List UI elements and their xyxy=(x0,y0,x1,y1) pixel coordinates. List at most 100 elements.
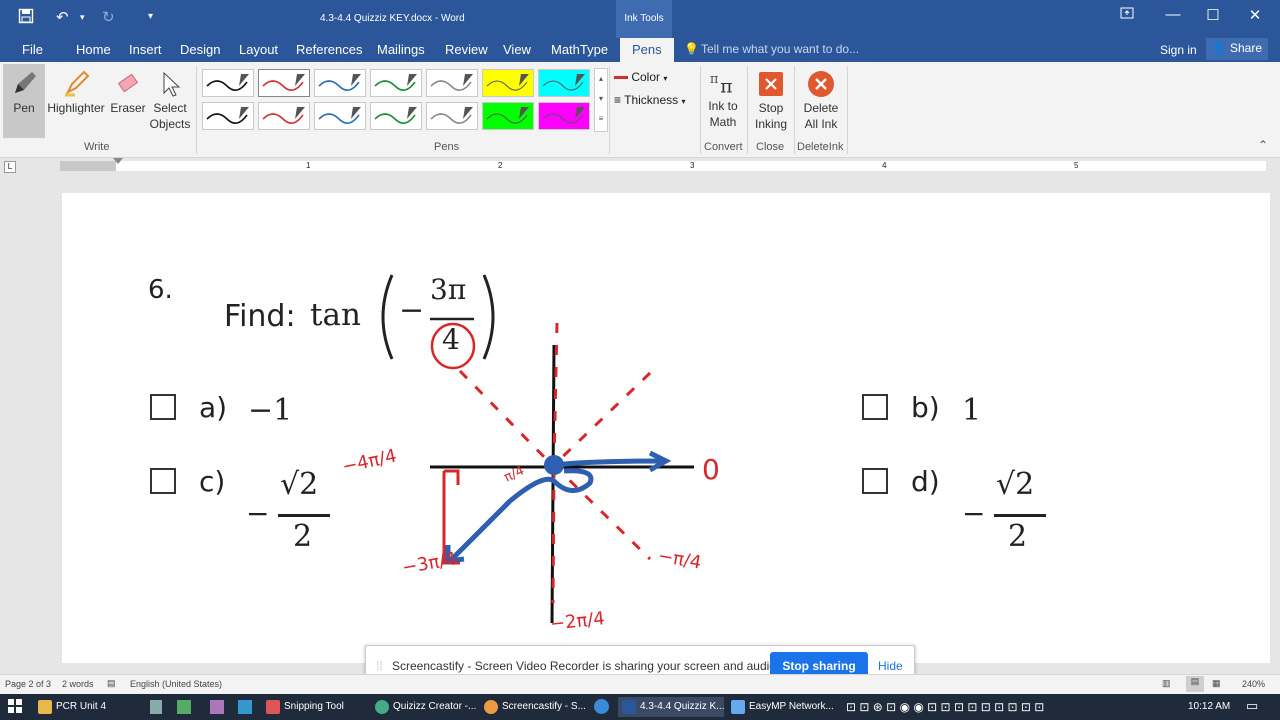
tab-layout[interactable]: Layout xyxy=(239,42,278,57)
pen-swatch[interactable] xyxy=(370,69,422,97)
gallery-scroll[interactable]: ▴ ▾ ≡ xyxy=(594,68,608,132)
delete-label-line1: Delete xyxy=(803,101,839,115)
color-button[interactable]: Color ▾ xyxy=(614,70,667,84)
highlighter-label: Highlighter xyxy=(47,101,105,115)
tab-pens[interactable]: Pens xyxy=(620,38,674,62)
thickness-button[interactable]: ≡ Thickness ▾ xyxy=(614,93,686,107)
pen-swatch[interactable] xyxy=(426,102,478,130)
tab-references[interactable]: References xyxy=(296,42,362,57)
tab-selector[interactable]: L xyxy=(4,161,16,173)
tray-icons[interactable]: ⊡ ⊡ ⊛ ⊡ ◉ ◉ ⊡ ⊡ ⊡ ⊡ ⊡ ⊡ ⊡ ⊡ ⊡ xyxy=(846,700,1044,714)
drag-handle-icon[interactable]: ⁞⁞ xyxy=(376,659,383,673)
collapse-ribbon-icon[interactable]: ⌃ xyxy=(1258,138,1268,152)
deleteink-group-label: DeleteInk xyxy=(797,141,844,153)
pen-swatch[interactable] xyxy=(370,102,422,130)
pen-swatch[interactable] xyxy=(314,102,366,130)
checkbox-c[interactable] xyxy=(150,468,176,494)
taskbar-item-pcr-unit-4[interactable]: PCR Unit 4 xyxy=(34,697,128,717)
minimize-icon[interactable]: — xyxy=(1158,6,1188,23)
share-button[interactable]: 👤 Share xyxy=(1206,38,1268,60)
ruler-number: 1 xyxy=(306,161,311,170)
eraser-button[interactable]: Eraser xyxy=(108,64,148,116)
taskbar-item-quizizz[interactable]: Quizizz Creator -... xyxy=(371,697,477,717)
taskbar-label: Quizizz Creator -... xyxy=(393,701,477,712)
pen-button[interactable]: Pen xyxy=(3,64,45,138)
ruler: L 1 2 3 4 5 xyxy=(0,158,1280,176)
sign-in-link[interactable]: Sign in xyxy=(1160,43,1197,57)
notifications-icon[interactable]: ▭ xyxy=(1246,698,1258,714)
tab-insert[interactable]: Insert xyxy=(129,42,162,57)
tell-me-input[interactable]: Tell me what you want to do... xyxy=(701,42,859,56)
taskbar-item-snipping-tool[interactable]: Snipping Tool xyxy=(262,697,368,717)
ink-to-math-button[interactable]: ππ Ink to Math xyxy=(702,66,744,130)
ruler-number: 3 xyxy=(690,161,695,170)
taskbar-item-screencastify[interactable]: Screencastify - S... xyxy=(480,697,586,717)
pen-swatch[interactable] xyxy=(258,102,310,130)
zoom-level[interactable]: 240% xyxy=(1242,679,1265,689)
read-mode-icon[interactable]: ▥ xyxy=(1162,678,1171,689)
stop-inking-button[interactable]: Stop Inking xyxy=(750,66,792,132)
numerator: 3π xyxy=(430,273,467,306)
document-page[interactable]: 6. Find: tan − 3π 4 a) −1 b) 1 c) − √2 2… xyxy=(62,193,1270,663)
fraction-bar xyxy=(278,514,330,517)
pen-swatch[interactable] xyxy=(538,102,590,130)
option-c-label: c) xyxy=(199,465,226,498)
option-d-label: d) xyxy=(911,465,940,498)
windows-start-icon[interactable] xyxy=(8,699,22,716)
undo-dropdown-icon[interactable]: ▾ xyxy=(80,12,85,23)
save-icon[interactable] xyxy=(18,8,34,28)
ink-dashed-ray xyxy=(458,369,554,467)
app-icon[interactable] xyxy=(238,700,252,714)
print-layout-icon[interactable]: ▤ xyxy=(1186,676,1204,692)
pen-swatch[interactable] xyxy=(202,102,254,130)
tab-file[interactable]: File xyxy=(22,42,43,57)
language[interactable]: English (United States) xyxy=(130,679,222,689)
delete-all-ink-button[interactable]: Delete All Ink xyxy=(798,66,844,132)
ink-drawing xyxy=(430,322,694,624)
pen-swatch[interactable] xyxy=(538,69,590,97)
checkbox-a[interactable] xyxy=(150,394,176,420)
share-message: Screencastify - Screen Video Recorder is… xyxy=(392,659,780,673)
tab-review[interactable]: Review xyxy=(445,42,488,57)
pen-swatch[interactable] xyxy=(482,102,534,130)
app-icon[interactable] xyxy=(210,700,224,714)
stop-label-line2: Inking xyxy=(754,117,788,131)
chevron-down-icon: ▾ xyxy=(663,74,668,83)
pen-swatch[interactable] xyxy=(482,69,534,97)
indent-marker[interactable] xyxy=(113,158,123,164)
web-layout-icon[interactable]: ▦ xyxy=(1212,678,1221,689)
tab-mailings[interactable]: Mailings xyxy=(377,42,425,57)
pen-swatch[interactable] xyxy=(258,69,310,97)
maximize-icon[interactable]: ☐ xyxy=(1198,6,1228,24)
redo-icon[interactable]: ↻ xyxy=(102,8,115,26)
taskbar-label: EasyMP Network... xyxy=(749,701,833,712)
tab-view[interactable]: View xyxy=(503,42,531,57)
ribbon-display-icon[interactable] xyxy=(1112,6,1142,24)
hide-button[interactable]: Hide xyxy=(878,659,903,673)
tab-design[interactable]: Design xyxy=(180,42,220,57)
close-icon[interactable]: ✕ xyxy=(1240,6,1270,24)
app-icon[interactable] xyxy=(177,700,191,714)
tab-mathtype[interactable]: MathType xyxy=(551,42,608,57)
taskbar-item-easymp[interactable]: EasyMP Network... xyxy=(727,697,833,717)
customize-qat-icon[interactable]: ▾ xyxy=(148,11,153,22)
word-count[interactable]: 2 words xyxy=(62,679,94,689)
tab-home[interactable]: Home xyxy=(76,42,111,57)
calculator-icon[interactable] xyxy=(150,700,162,714)
taskbar-clock[interactable]: 10:12 AM xyxy=(1188,701,1230,712)
highlighter-button[interactable]: Highlighter xyxy=(46,64,106,116)
select-objects-button[interactable]: Select Objects xyxy=(148,64,192,132)
proofing-icon[interactable]: ▤ xyxy=(107,678,116,689)
pen-swatch[interactable] xyxy=(426,69,478,97)
chrome-icon xyxy=(484,700,498,714)
edge-icon[interactable] xyxy=(594,699,609,714)
undo-icon[interactable]: ↶ xyxy=(56,8,69,26)
ruler-number: 5 xyxy=(1074,161,1079,170)
checkbox-d[interactable] xyxy=(862,468,888,494)
person-icon: 👤 xyxy=(1211,41,1226,55)
pen-swatch[interactable] xyxy=(202,69,254,97)
pen-swatch[interactable] xyxy=(314,69,366,97)
checkbox-b[interactable] xyxy=(862,394,888,420)
page-count[interactable]: Page 2 of 3 xyxy=(5,679,51,689)
taskbar-item-word[interactable]: 4.3-4.4 Quizziz K... xyxy=(618,697,724,717)
